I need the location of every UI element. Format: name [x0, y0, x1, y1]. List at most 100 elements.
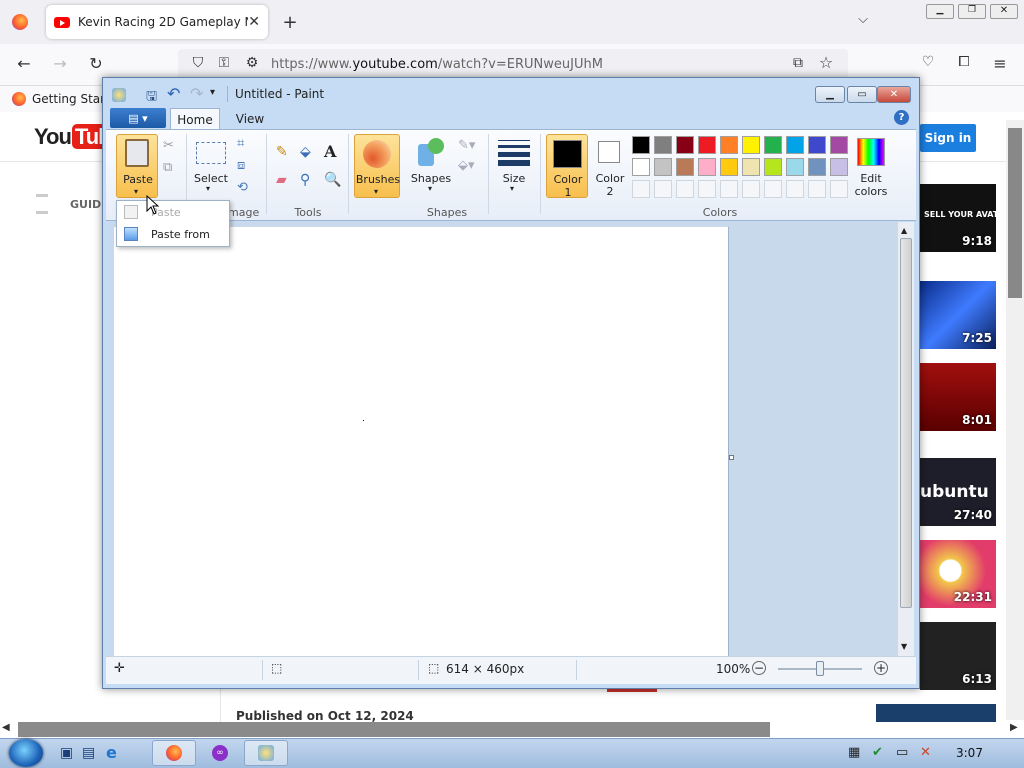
fill-shape-icon[interactable]: ⬙▾	[458, 158, 475, 173]
taskbar-app[interactable]: ∞	[198, 740, 242, 766]
browser-tab[interactable]: Kevin Racing 2D Gameplay No ✕	[46, 5, 268, 39]
copy-icon[interactable]: ⧉	[163, 160, 172, 175]
select-dropdown-icon[interactable]: ▾	[206, 184, 210, 193]
browser-close-button[interactable]: ✕	[990, 4, 1018, 19]
tab-home[interactable]: Home	[170, 108, 220, 130]
outline-icon[interactable]: ✎▾	[458, 138, 475, 153]
firefox-icon[interactable]	[12, 14, 28, 30]
guide-menu-icon[interactable]	[36, 194, 48, 214]
text-icon[interactable]: A	[324, 142, 336, 161]
close-button[interactable]: ✕	[877, 86, 911, 103]
canvas-scrollbar-thumb[interactable]	[900, 238, 912, 608]
color-swatch[interactable]	[808, 136, 826, 154]
color-swatch[interactable]	[698, 136, 716, 154]
picture-in-picture-icon[interactable]: ⧉	[788, 55, 808, 71]
paste-button[interactable]: Paste ▾	[116, 134, 158, 198]
color-swatch[interactable]	[698, 158, 716, 176]
color1-button[interactable]: Color 1	[546, 134, 588, 199]
empty-color-swatch[interactable]	[632, 180, 650, 198]
size-icon[interactable]	[498, 140, 530, 166]
list-tabs-chevron-icon[interactable]: ⌵	[853, 12, 873, 27]
empty-color-swatch[interactable]	[764, 180, 782, 198]
brushes-button[interactable]: Brushes ▾	[354, 134, 400, 198]
tray-network-icon[interactable]: ▭	[896, 745, 908, 760]
related-video-thumbnail[interactable]: 8:01	[920, 363, 996, 431]
shield-icon[interactable]: ⛉	[188, 55, 208, 71]
close-tab-icon[interactable]: ✕	[248, 14, 260, 30]
related-video-thumbnail[interactable]: SELL YOUR AVATAR! 9:18	[920, 184, 996, 252]
tray-notes-icon[interactable]: ▦	[848, 745, 860, 760]
menu-item-paste[interactable]: Paste	[117, 201, 229, 223]
pocket-icon[interactable]: ♡	[918, 54, 938, 70]
size-dropdown-icon[interactable]: ▾	[510, 184, 514, 193]
back-icon[interactable]: ←	[14, 54, 34, 73]
cut-icon[interactable]: ✂	[163, 138, 174, 153]
related-video-thumbnail[interactable]: ubuntu 27:40	[920, 458, 996, 526]
canvas-resize-handle[interactable]	[729, 455, 734, 460]
minimize-button[interactable]: ▁	[815, 86, 845, 103]
crop-icon[interactable]: ⌗	[237, 136, 244, 151]
bookmark-star-icon[interactable]: ☆	[816, 53, 836, 72]
maximize-button[interactable]: ▭	[847, 86, 877, 103]
scroll-right-arrow-icon[interactable]: ▶	[1010, 722, 1018, 733]
eraser-icon[interactable]: ▰	[276, 172, 287, 188]
new-tab-icon[interactable]: +	[280, 12, 300, 33]
paint-app-icon[interactable]	[112, 88, 126, 102]
related-video-thumbnail[interactable]	[876, 704, 996, 722]
related-video-thumbnail[interactable]: 6:13	[920, 622, 996, 690]
color-swatch[interactable]	[830, 158, 848, 176]
start-button[interactable]	[9, 739, 43, 767]
shapes-dropdown-icon[interactable]: ▾	[428, 184, 432, 193]
drawing-canvas[interactable]	[114, 227, 729, 657]
color-picker-icon[interactable]: ⚲	[300, 172, 310, 188]
color-swatch[interactable]	[654, 136, 672, 154]
zoom-in-icon[interactable]: +	[874, 661, 888, 675]
customize-quick-access-icon[interactable]: ▾	[210, 87, 215, 98]
color-swatch[interactable]	[786, 136, 804, 154]
permissions-icon[interactable]: ⚙	[242, 55, 262, 71]
show-desktop-icon[interactable]: ▣	[60, 745, 73, 761]
empty-color-swatch[interactable]	[676, 180, 694, 198]
select-button-label[interactable]: Select	[190, 172, 232, 185]
empty-color-swatch[interactable]	[720, 180, 738, 198]
paint-menu-button[interactable]: ▤ ▾	[110, 108, 166, 128]
empty-color-swatch[interactable]	[830, 180, 848, 198]
empty-color-swatch[interactable]	[786, 180, 804, 198]
explorer-icon[interactable]: ▤	[82, 745, 95, 761]
empty-color-swatch[interactable]	[742, 180, 760, 198]
undo-icon[interactable]: ↶	[167, 84, 180, 103]
browser-restore-button[interactable]: ❐	[958, 4, 986, 19]
fill-icon[interactable]: ⬙	[300, 144, 311, 160]
color-swatch[interactable]	[808, 158, 826, 176]
redo-icon[interactable]: ↷	[190, 84, 203, 103]
color-swatch[interactable]	[654, 158, 672, 176]
scroll-left-arrow-icon[interactable]: ◀	[2, 722, 10, 733]
resize-icon[interactable]: ⧈	[237, 158, 245, 173]
color-swatch[interactable]	[632, 158, 650, 176]
color-swatch[interactable]	[676, 136, 694, 154]
edit-colors-button[interactable]: Edit colors	[854, 136, 888, 200]
color-swatch[interactable]	[764, 136, 782, 154]
shapes-icon[interactable]	[416, 138, 446, 168]
zoom-out-icon[interactable]: −	[752, 661, 766, 675]
color-swatch[interactable]	[742, 136, 760, 154]
browser-minimize-button[interactable]: ▁	[926, 4, 954, 19]
sign-in-button[interactable]: Sign in	[920, 124, 976, 152]
menu-icon[interactable]: ≡	[990, 54, 1010, 73]
taskbar-paint[interactable]	[244, 740, 288, 766]
select-icon[interactable]	[196, 142, 226, 164]
tray-security-icon[interactable]: ✔	[872, 745, 883, 760]
rotate-icon[interactable]: ⟲	[237, 180, 248, 195]
url-text[interactable]: https://www.youtube.com/watch?v=ERUNweuJ…	[271, 57, 603, 72]
color2-button[interactable]: Color 2	[590, 134, 630, 198]
lock-icon[interactable]: ⚿	[214, 55, 234, 71]
forward-icon[interactable]: →	[50, 54, 70, 73]
taskbar-firefox[interactable]	[152, 740, 196, 766]
color-swatch[interactable]	[720, 158, 738, 176]
clock[interactable]: 3:07	[956, 746, 983, 760]
help-icon[interactable]: ?	[894, 110, 909, 125]
color-swatch[interactable]	[742, 158, 760, 176]
color-swatch[interactable]	[720, 136, 738, 154]
empty-color-swatch[interactable]	[654, 180, 672, 198]
extensions-icon[interactable]: ⧠	[954, 54, 974, 70]
